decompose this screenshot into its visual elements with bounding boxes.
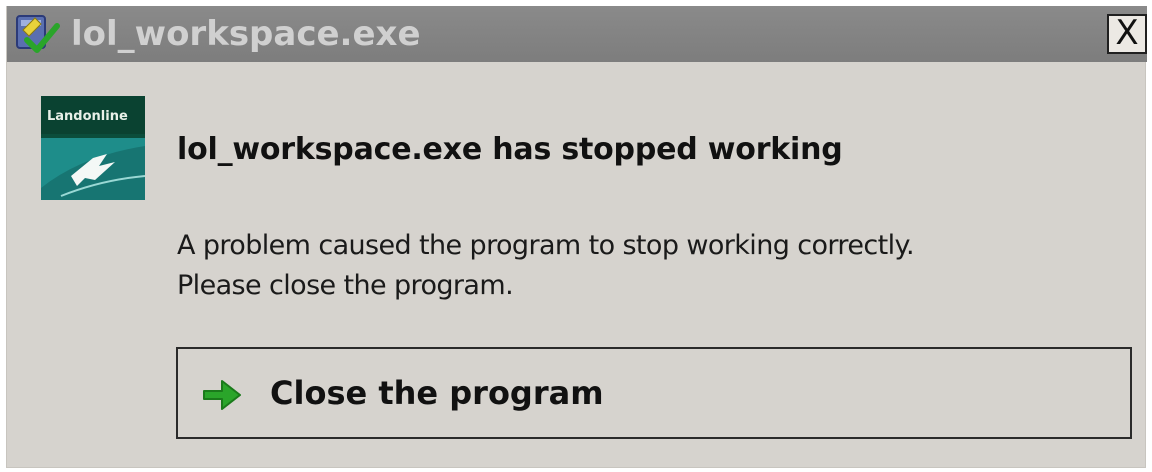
shield-check-icon [16, 15, 60, 53]
close-button[interactable]: X [1107, 14, 1147, 54]
message-line-2: Please close the program. [177, 270, 514, 301]
dialog-message: A problem caused the program to stop wor… [177, 226, 915, 306]
window-title: lol_workspace.exe [71, 14, 421, 54]
green-arrow-right-icon [203, 380, 241, 410]
landonline-logo-icon: Landonline [41, 96, 145, 200]
logo-text: Landonline [47, 109, 128, 124]
close-program-button[interactable]: Close the program [176, 347, 1132, 439]
error-dialog: lol_workspace.exe X Landonline lol_works… [6, 6, 1147, 468]
message-line-1: A problem caused the program to stop wor… [177, 230, 915, 261]
close-program-label: Close the program [270, 374, 604, 412]
dialog-heading: lol_workspace.exe has stopped working [177, 132, 843, 167]
title-bar[interactable]: lol_workspace.exe X [7, 6, 1147, 62]
